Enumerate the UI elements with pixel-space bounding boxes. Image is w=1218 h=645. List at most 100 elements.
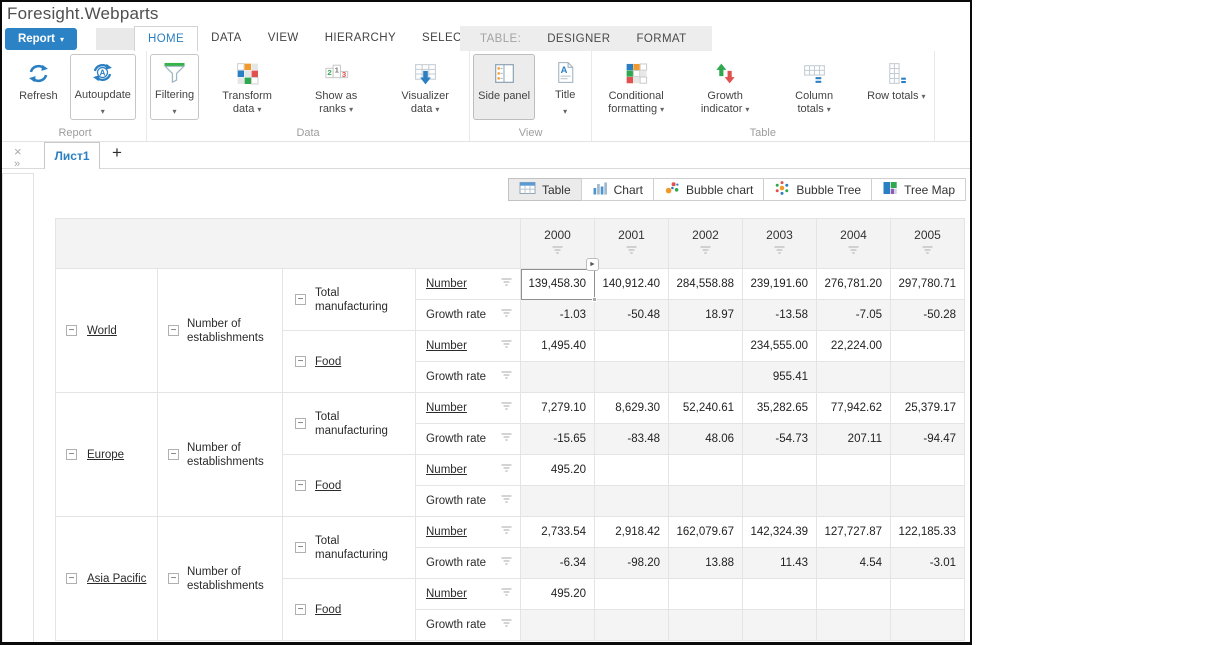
column-filter-button[interactable] xyxy=(551,245,564,259)
measure-label[interactable]: Growth rate xyxy=(426,619,486,631)
data-cell[interactable] xyxy=(595,362,669,393)
data-cell[interactable]: 2,733.54 xyxy=(521,517,595,548)
measure-label[interactable]: Number xyxy=(426,526,467,538)
data-cell[interactable] xyxy=(817,486,891,517)
data-cell[interactable] xyxy=(743,455,817,486)
region-label[interactable]: Asia Pacific xyxy=(87,573,146,585)
row-filter-button[interactable] xyxy=(500,463,513,477)
sector-label[interactable]: Total manufacturing xyxy=(315,410,415,438)
ribbon-button-row-totals[interactable]: Row totals▾ xyxy=(862,54,930,120)
selection-marker-icon[interactable]: ► xyxy=(586,258,599,271)
sector-label[interactable]: Food xyxy=(315,603,341,617)
data-cell[interactable]: -3.01 xyxy=(891,548,965,579)
collapse-icon[interactable]: − xyxy=(66,325,77,336)
data-cell[interactable]: -94.47 xyxy=(891,424,965,455)
data-cell[interactable] xyxy=(817,362,891,393)
data-cell[interactable] xyxy=(521,362,595,393)
row-filter-button[interactable] xyxy=(500,618,513,632)
collapse-icon[interactable]: − xyxy=(295,356,306,367)
data-cell[interactable] xyxy=(595,579,669,610)
side-panel[interactable] xyxy=(2,173,34,642)
column-filter-button[interactable] xyxy=(921,245,934,259)
ribbon-button-transform-data[interactable]: Transform data▾ xyxy=(206,54,288,120)
year-header-2004[interactable]: 2004 xyxy=(817,219,891,269)
data-cell[interactable]: 122,185.33 xyxy=(891,517,965,548)
view-switcher-tree-map[interactable]: Tree Map xyxy=(871,178,966,201)
data-cell[interactable] xyxy=(521,610,595,641)
measure-label[interactable]: Growth rate xyxy=(426,495,486,507)
data-cell[interactable]: 48.06 xyxy=(669,424,743,455)
data-cell[interactable]: 4.54 xyxy=(817,548,891,579)
tab-data[interactable]: DATA xyxy=(198,26,255,52)
measure-label[interactable]: Growth rate xyxy=(426,433,486,445)
collapse-icon[interactable]: − xyxy=(168,325,179,336)
data-cell[interactable]: -1.03 xyxy=(521,300,595,331)
data-cell[interactable]: 495.20 xyxy=(521,455,595,486)
ribbon-button-filtering[interactable]: Filtering▾ xyxy=(150,54,199,120)
data-cell[interactable] xyxy=(891,486,965,517)
ribbon-button-visualizer-data[interactable]: Visualizer data▾ xyxy=(384,54,466,120)
data-cell[interactable]: 11.43 xyxy=(743,548,817,579)
row-filter-button[interactable] xyxy=(500,370,513,384)
collapse-icon[interactable]: − xyxy=(295,294,306,305)
data-cell[interactable]: 2,918.42 xyxy=(595,517,669,548)
view-switcher-chart[interactable]: Chart xyxy=(581,178,654,201)
contextual-tab-designer[interactable]: DESIGNER xyxy=(547,33,610,45)
measure-label[interactable]: Growth rate xyxy=(426,557,486,569)
measure-label[interactable]: Growth rate xyxy=(426,309,486,321)
add-sheet-button[interactable]: + xyxy=(112,143,122,163)
region-label[interactable]: World xyxy=(87,325,117,337)
data-cell[interactable]: 207.11 xyxy=(817,424,891,455)
measure-label[interactable]: Number xyxy=(426,340,467,352)
data-cell[interactable]: 18.97 xyxy=(669,300,743,331)
data-cell[interactable]: -13.58 xyxy=(743,300,817,331)
data-cell[interactable] xyxy=(521,486,595,517)
ribbon-button-growth-indicator[interactable]: Growth indicator▾ xyxy=(684,54,766,120)
row-filter-button[interactable] xyxy=(500,277,513,291)
data-cell[interactable] xyxy=(595,486,669,517)
data-cell[interactable] xyxy=(891,331,965,362)
data-cell[interactable] xyxy=(669,455,743,486)
ribbon-button-column-totals[interactable]: Column totals▾ xyxy=(773,54,855,120)
data-cell[interactable]: 7,279.10 xyxy=(521,393,595,424)
data-cell[interactable]: 162,079.67 xyxy=(669,517,743,548)
sector-label[interactable]: Food xyxy=(315,479,341,493)
collapse-icon[interactable]: − xyxy=(66,573,77,584)
ribbon-button-autoupdate[interactable]: AAutoupdate▾ xyxy=(70,54,136,120)
data-cell[interactable]: 955.41 xyxy=(743,362,817,393)
row-filter-button[interactable] xyxy=(500,339,513,353)
contextual-tab-format[interactable]: FORMAT xyxy=(636,33,686,45)
data-cell[interactable] xyxy=(743,579,817,610)
row-filter-button[interactable] xyxy=(500,587,513,601)
row-filter-button[interactable] xyxy=(500,432,513,446)
collapse-icon[interactable]: − xyxy=(295,480,306,491)
data-cell[interactable]: -98.20 xyxy=(595,548,669,579)
ribbon-button-refresh[interactable]: Refresh xyxy=(14,54,63,120)
data-cell[interactable]: 22,224.00 xyxy=(817,331,891,362)
data-cell[interactable] xyxy=(743,486,817,517)
collapse-icon[interactable]: − xyxy=(295,542,306,553)
data-cell[interactable] xyxy=(595,331,669,362)
measure-label[interactable]: Number xyxy=(426,402,467,414)
data-cell[interactable]: 8,629.30 xyxy=(595,393,669,424)
data-cell[interactable]: 52,240.61 xyxy=(669,393,743,424)
close-icon[interactable]: × xyxy=(14,145,22,158)
tab-hierarchy[interactable]: HIERARCHY xyxy=(312,26,409,52)
data-cell[interactable]: 1,495.40 xyxy=(521,331,595,362)
collapse-icon[interactable]: − xyxy=(66,449,77,460)
collapse-icon[interactable]: − xyxy=(295,604,306,615)
data-cell[interactable] xyxy=(891,579,965,610)
region-label[interactable]: Europe xyxy=(87,449,124,461)
row-filter-button[interactable] xyxy=(500,308,513,322)
data-cell[interactable] xyxy=(743,610,817,641)
data-cell[interactable]: 35,282.65 xyxy=(743,393,817,424)
ribbon-button-show-as-ranks[interactable]: 213Show as ranks▾ xyxy=(295,54,377,120)
data-cell[interactable]: -50.28 xyxy=(891,300,965,331)
data-cell[interactable]: 234,555.00 xyxy=(743,331,817,362)
view-switcher-bubble-tree[interactable]: Bubble Tree xyxy=(763,178,872,201)
data-cell[interactable] xyxy=(891,610,965,641)
data-cell[interactable]: 495.20 xyxy=(521,579,595,610)
sheet-tab[interactable]: Лист1 xyxy=(44,142,100,169)
data-cell[interactable] xyxy=(669,579,743,610)
data-cell[interactable]: 127,727.87 xyxy=(817,517,891,548)
